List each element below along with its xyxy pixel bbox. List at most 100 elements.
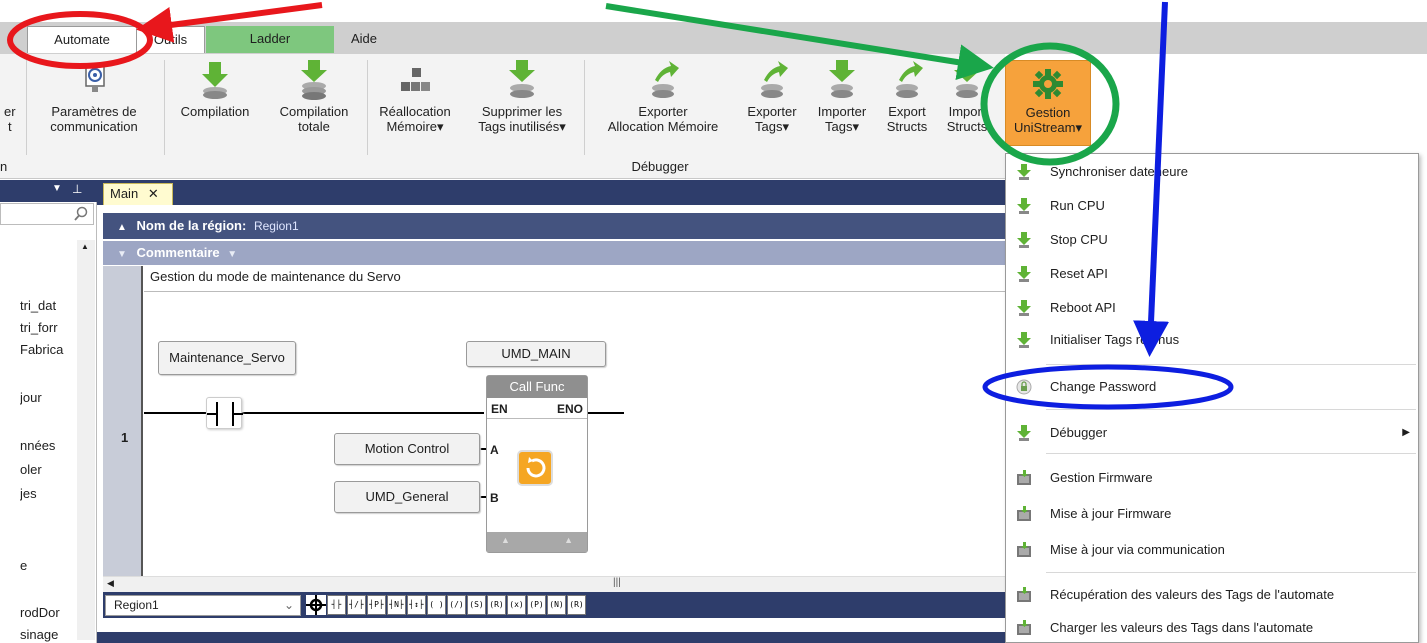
menu-item-change-password[interactable]: Change Password [1006,371,1418,403]
collapse-icon[interactable]: ▲ [117,222,127,233]
exporter-tags-label-2: Tags▾ [738,119,806,134]
input-a-tag-box[interactable]: Motion Control [334,433,480,465]
ladder-tool-button[interactable]: (R) [567,595,586,615]
tree-item[interactable]: e [20,558,76,573]
scroll-left-icon[interactable]: ◀ [107,578,114,589]
rung-number: 1 [121,430,129,445]
menu-item-mise-a-jour-communication[interactable]: Mise à jour via communication [1006,534,1418,566]
ladder-tool-button[interactable]: ┤↕├ [407,595,426,615]
menu-item-synchroniser[interactable]: Synchroniser dateheure [1006,156,1418,188]
ribbon-separator [584,60,585,155]
menu-item-initialiser-tags[interactable]: Initialiser Tags retenus [1006,324,1418,356]
call-func-block[interactable]: Call Func EN ENO A B ▲ ▲ [486,375,588,553]
ladder-tool-button[interactable]: ( ) [427,595,446,615]
panel-dropdown-icon[interactable]: ▼ [52,183,62,194]
menu-item-debugger[interactable]: Débugger ▶ [1006,417,1418,449]
close-icon[interactable]: ✕ [148,186,159,201]
input-b-tag-box[interactable]: UMD_General [334,481,480,513]
tree-item[interactable]: tri_dat [20,298,76,313]
tab-ladder[interactable]: Ladder [206,26,334,53]
menu-item-run-cpu[interactable]: Run CPU [1006,190,1418,222]
ladder-tool-button[interactable]: (P) [527,595,546,615]
bottom-panel-header [97,632,1007,643]
search-icon[interactable] [73,206,89,222]
comment-header[interactable]: ▼ Commentaire ▼ [103,241,1007,265]
expand-triangle-icon[interactable]: ▲ [564,535,573,545]
ladder-editor: Main ✕ ▲ Nom de la région: Region1 ▼ Com… [97,180,1007,643]
tree-item[interactable]: sinage [20,627,76,642]
ladder-tool-button[interactable]: (N) [547,595,566,615]
menu-item-mise-a-jour-firmware[interactable]: Mise à jour Firmware [1006,498,1418,530]
scroll-thumb-grip[interactable]: ||| [613,577,621,588]
gestion-unistream-button[interactable]: Gestion UniStream▾ [1005,60,1091,146]
import-structs-button[interactable]: Import Structs [938,58,996,156]
region-header[interactable]: ▲ Nom de la région: Region1 [103,213,1007,239]
compilation-totale-button[interactable]: Compilation totale [266,58,362,156]
compilation-button[interactable]: Compilation [170,58,260,156]
menu-item-stop-cpu[interactable]: Stop CPU [1006,224,1418,256]
contact-tag-box[interactable]: Maintenance_Servo [158,341,296,375]
panel-scrollbar[interactable]: ▲ [77,240,95,640]
tree-item[interactable]: Fabrica [20,342,76,357]
doc-tab-main[interactable]: Main ✕ [103,183,173,205]
importer-tags-label-2-text: Tags [825,119,853,134]
ladder-tool-button[interactable]: (/) [447,595,466,615]
horizontal-scrollbar[interactable]: ◀ ||| [103,576,1007,592]
reallocation-button[interactable]: Réallocation Mémoire▾ [370,58,460,156]
tree-item[interactable]: jes [20,486,76,501]
panel-search-input[interactable] [0,203,94,225]
export-structs-button[interactable]: Export Structs [878,58,936,156]
partial-icon [0,60,10,100]
firmware-icon [1017,542,1031,557]
normally-open-contact[interactable] [206,397,243,429]
ladder-tool-button[interactable]: ┤P├ [367,595,386,615]
tree-item[interactable]: tri_forr [20,320,76,335]
ribbon-partial-button[interactable]: er t [0,58,24,156]
tree-item[interactable]: jour [20,390,76,405]
ladder-tool-button[interactable]: ┤├ [327,595,346,615]
document-tab-bar: Main ✕ [97,180,1007,205]
export-structs-label-1: Export [888,104,926,119]
region-name[interactable]: Region1 [254,219,299,233]
scroll-up-icon[interactable]: ▲ [81,242,89,251]
expand-triangle-icon[interactable]: ▲ [501,535,510,545]
supprimer-label-1: Supprimer les [481,104,563,119]
menu-item-charger-tags[interactable]: Charger les valeurs des Tags dans l'auto… [1006,612,1418,643]
tree-item[interactable]: oler [20,462,76,477]
menu-item-gestion-firmware[interactable]: Gestion Firmware [1006,462,1418,494]
exporter-allocation-button[interactable]: Exporter Allocation Mémoire [590,58,736,156]
tab-aide[interactable]: Aide [334,26,394,53]
export-structs-icon [896,61,923,98]
exporter-alloc-label-2: Allocation Mémoire [607,119,719,134]
gestion-unistream-menu: Synchroniser dateheure Run CPU Stop CPU … [1005,153,1419,643]
pin-icon[interactable]: ⊥ [72,182,82,196]
tree-item[interactable]: nnées [20,438,76,453]
region-select[interactable]: Region1 ⌄ [105,595,301,616]
menu-item-label: Synchroniser dateheure [1050,164,1189,179]
function-name-box[interactable]: UMD_MAIN [466,341,606,367]
ladder-tool-button[interactable]: ┤N├ [387,595,406,615]
menu-separator [1046,572,1416,573]
tree-item[interactable]: rodDor [20,605,76,620]
import-structs-label-2: Structs [946,119,988,134]
tab-outils[interactable]: Outils [137,26,205,53]
supprimer-tags-button[interactable]: Supprimer les Tags inutilisés▾ [466,58,578,156]
menu-item-reset-api[interactable]: Reset API [1006,258,1418,290]
exporter-tags-button[interactable]: Exporter Tags▾ [738,58,806,156]
importer-tags-button[interactable]: Importer Tags▾ [808,58,876,156]
ladder-rung-canvas[interactable]: Maintenance_Servo UMD_MAIN Call Func EN … [144,293,1007,576]
crosshair-icon[interactable] [306,595,326,615]
expand-icon[interactable]: ▼ [117,249,127,260]
tab-automate[interactable]: Automate [27,26,137,53]
ladder-tool-button[interactable]: (S) [467,595,486,615]
ladder-tool-button[interactable]: ┤/├ [347,595,366,615]
menu-item-reboot-api[interactable]: Reboot API [1006,292,1418,324]
rung-comment[interactable]: Gestion du mode de maintenance du Servo [144,266,1007,292]
menu-item-recuperation-tags[interactable]: Récupération des valeurs des Tags de l'a… [1006,579,1418,611]
communication-params-button[interactable]: Paramètres de communication [30,58,158,156]
ladder-tool-button[interactable]: (R) [487,595,506,615]
menu-item-label: Charger les valeurs des Tags dans l'auto… [1050,620,1314,635]
ladder-tool-button[interactable]: (x) [507,595,526,615]
comment-dropdown-icon[interactable]: ▼ [227,249,237,260]
exporter-tags-label-1: Exporter [747,104,797,119]
